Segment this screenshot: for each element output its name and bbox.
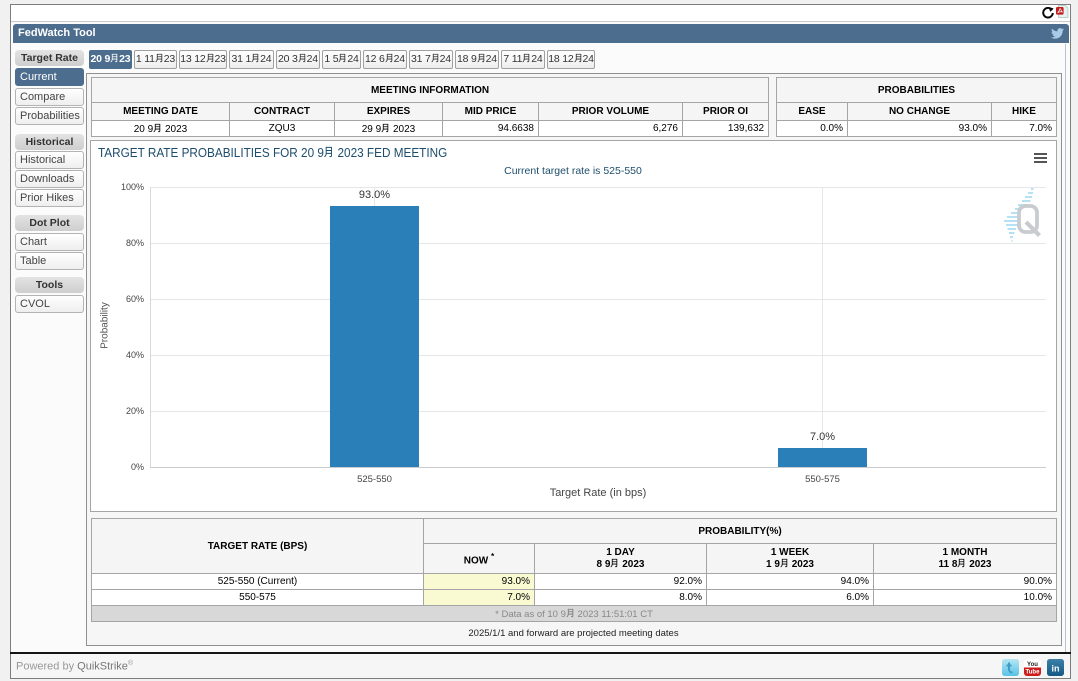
svg-text:Tube: Tube (1026, 670, 1041, 676)
svg-text:You: You (1027, 662, 1038, 668)
svg-text:in: in (1052, 664, 1060, 674)
